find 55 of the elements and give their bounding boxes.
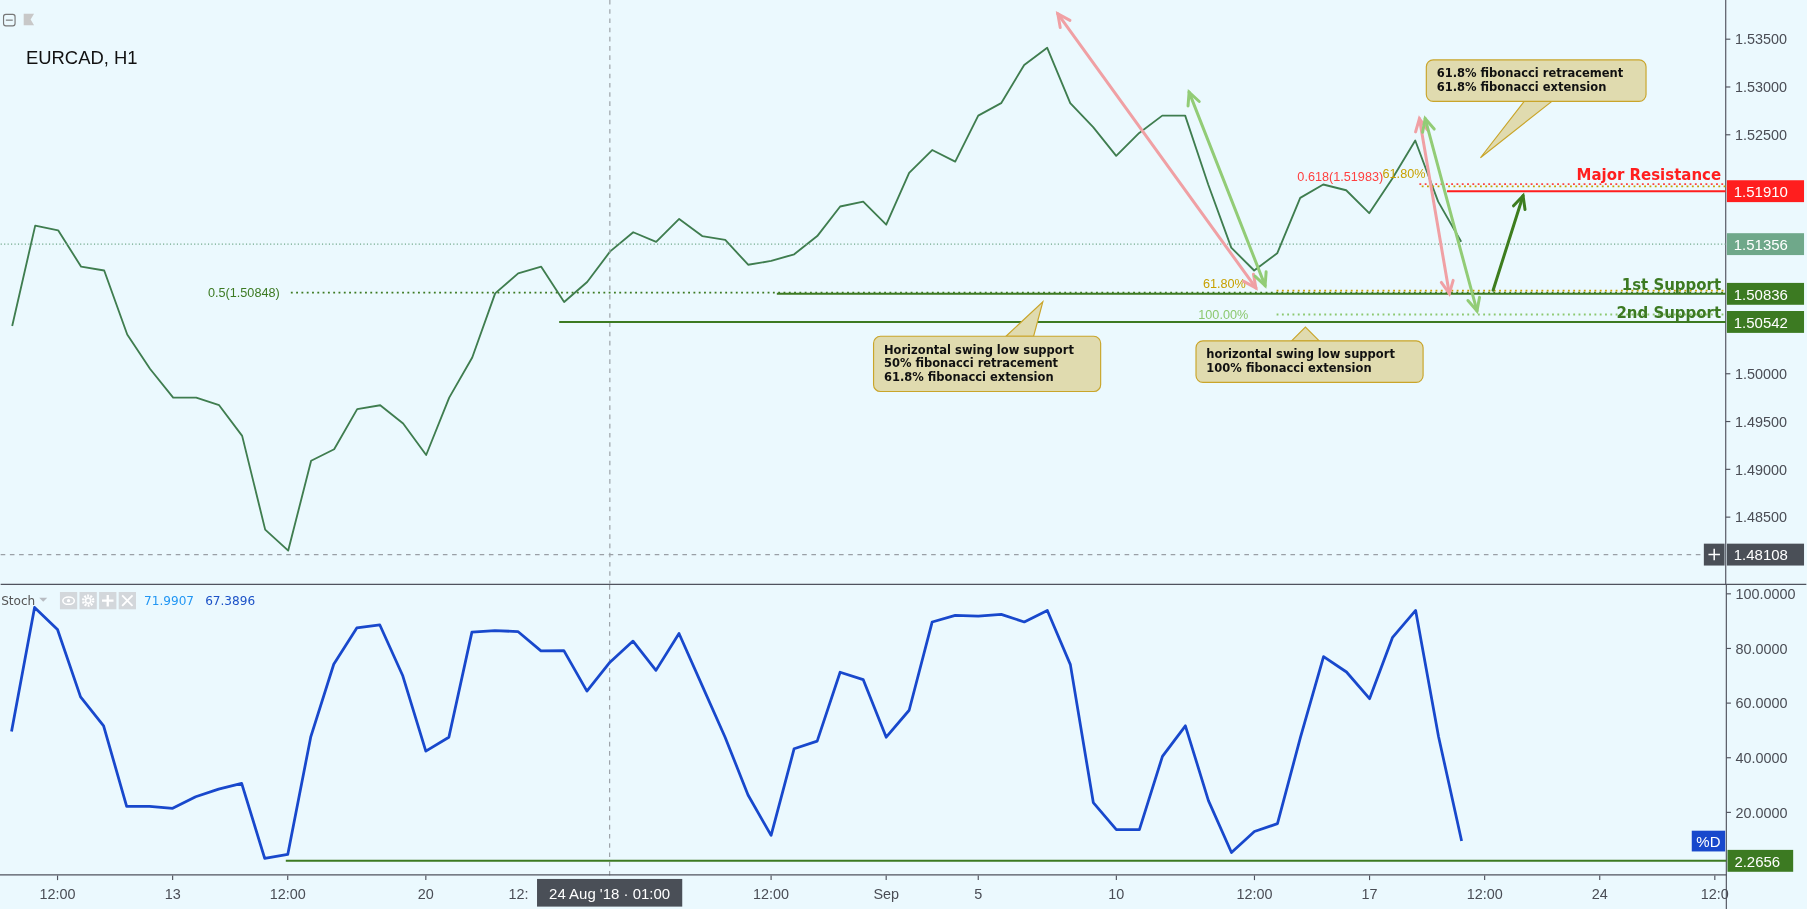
close-icon[interactable] xyxy=(118,592,136,610)
fibonacci-label: 100.00% xyxy=(1198,308,1249,323)
axis-label: 12:00 xyxy=(1466,885,1503,902)
collapse-icon[interactable] xyxy=(2,13,16,27)
callout-text: horizontal swing low support 100% fibonacci extension xyxy=(1206,347,1395,375)
flag-icon[interactable] xyxy=(23,13,35,26)
value-badge: 2.2656 xyxy=(1727,849,1794,872)
crosshair-time-label: 24 Aug '18 · 01:00 xyxy=(537,878,683,907)
axis-label: 1.53500 xyxy=(1734,31,1787,48)
add-button[interactable] xyxy=(1703,543,1725,566)
callout-text: 61.8% fibonacci retracement 61.8% fibonacci extension xyxy=(1436,66,1624,94)
indicator-value: 67.3896 xyxy=(205,593,256,608)
axis-label: 1.50000 xyxy=(1734,365,1787,382)
series-tag: %D xyxy=(1691,830,1726,852)
level-label: Major Resistance xyxy=(1576,165,1722,184)
axis-label: 20.0000 xyxy=(1735,804,1788,821)
indicator-name: Stoch xyxy=(1,593,36,608)
fibonacci-label: 61.80% xyxy=(1202,277,1246,292)
price-badge: 1.51910 xyxy=(1726,180,1805,203)
axis-label: 5 xyxy=(974,885,983,902)
axis-label: 10 xyxy=(1108,885,1125,902)
price-badge: 1.51356 xyxy=(1726,233,1805,256)
level-label: 1st Support xyxy=(1621,276,1722,295)
axis-label: 17 xyxy=(1361,885,1378,902)
axis-label: 100.0000 xyxy=(1735,586,1796,602)
axis-label: 12:00 xyxy=(1236,885,1273,902)
fibonacci-label: 0.618(1.51983) xyxy=(1297,169,1384,184)
eye-icon[interactable] xyxy=(59,592,78,610)
caret-icon[interactable] xyxy=(39,597,48,602)
axis-label: 1.48500 xyxy=(1734,509,1787,526)
axis-label: 1.52500 xyxy=(1734,126,1787,143)
level-label: 2nd Support xyxy=(1616,304,1722,323)
chart-title: EURCAD, H1 xyxy=(26,47,138,69)
axis-label: 12: xyxy=(508,885,529,902)
axis-label: 1.49000 xyxy=(1734,461,1787,478)
fibonacci-label: 0.5(1.50848) xyxy=(207,286,280,301)
axis-label: 40.0000 xyxy=(1735,749,1788,766)
settings-icon[interactable] xyxy=(79,592,97,610)
axis-label: 12:00 xyxy=(269,885,306,902)
axis-label: 13 xyxy=(164,885,181,902)
axis-label: Sep xyxy=(873,885,899,902)
axis-label: 80.0000 xyxy=(1735,640,1788,657)
axis-label: 12:00 xyxy=(39,885,76,902)
axis-label: 12:00 xyxy=(753,885,790,902)
add-icon[interactable] xyxy=(99,592,117,610)
price-badge: 1.50542 xyxy=(1726,311,1805,333)
axis-label: 24 xyxy=(1591,885,1608,902)
axis-label: 1.53000 xyxy=(1734,79,1787,96)
axis-label: 20 xyxy=(417,885,434,902)
price-badge: 1.48108 xyxy=(1726,543,1805,566)
callout-text: Horizontal swing low support 50% fibonacci retracement 61.8% fibonacci extension xyxy=(883,342,1074,385)
indicator-value: 71.9907 xyxy=(144,593,195,608)
axis-label: 60.0000 xyxy=(1735,695,1788,712)
axis-label: 1.49500 xyxy=(1734,413,1787,430)
price-badge: 1.50836 xyxy=(1726,282,1805,305)
